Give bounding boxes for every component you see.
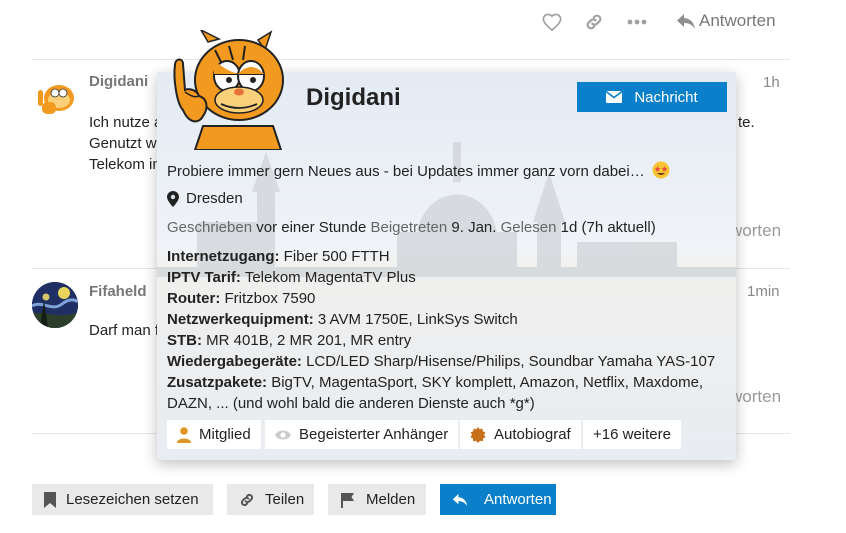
field-label: STB: xyxy=(167,332,202,349)
post-line: Telekom in xyxy=(89,156,161,173)
post-reply-button[interactable]: worten xyxy=(730,387,781,407)
field-iptv: IPTV Tarif: Telekom MagentaTV Plus xyxy=(167,269,416,286)
card-avatar[interactable] xyxy=(163,28,289,151)
joined-value: 9. Jan. xyxy=(451,219,497,236)
field-network: Netzwerkequipment: 3 AVM 1750E, LinkSys … xyxy=(167,311,518,328)
badge-autobiographer[interactable]: Autobiograf xyxy=(460,420,581,449)
user-icon xyxy=(177,426,191,443)
post-author[interactable]: Digidani xyxy=(89,73,148,90)
like-heart-icon[interactable] xyxy=(540,10,564,34)
post-time[interactable]: 1min xyxy=(747,283,780,300)
written-label: Geschrieben xyxy=(167,219,253,236)
field-value: LCD/LED Sharp/Hisense/Philips, Soundbar … xyxy=(306,353,716,370)
post-line: Genutzt w xyxy=(89,135,157,152)
link-icon xyxy=(240,493,254,506)
message-button[interactable]: Nachricht xyxy=(577,82,727,112)
top-reply-label: Antworten xyxy=(699,11,776,30)
flag-button[interactable]: Melden xyxy=(328,484,426,515)
field-playback-devices: Wiedergabegeräte: LCD/LED Sharp/Hisense/… xyxy=(167,353,715,370)
badge-member[interactable]: Mitglied xyxy=(167,420,261,449)
post-reply-button[interactable]: worten xyxy=(730,221,781,241)
field-value: Fritzbox 7590 xyxy=(224,290,316,307)
field-label: Internetzugang: xyxy=(167,248,280,265)
reply-arrow-icon xyxy=(677,13,695,29)
field-extra-packages: Zusatzpakete: BigTV, MagentaSport, SKY k… xyxy=(167,374,703,391)
card-bio: Probiere immer gern Neues aus - bei Upda… xyxy=(167,161,670,180)
envelope-icon xyxy=(606,91,623,103)
post-divider xyxy=(32,59,790,60)
bookmark-icon xyxy=(44,491,56,508)
badge-enthusiast[interactable]: Begeisterter Anhänger xyxy=(265,420,459,449)
field-internet: Internetzugang: Fiber 500 FTTH xyxy=(167,248,390,265)
map-marker-icon xyxy=(167,190,179,207)
card-stats: Geschrieben vor einer Stunde Beigetreten… xyxy=(167,219,656,236)
certificate-icon xyxy=(470,426,486,443)
eye-icon xyxy=(275,430,291,439)
card-username[interactable]: Digidani xyxy=(306,84,401,112)
field-router: Router: Fritzbox 7590 xyxy=(167,290,315,307)
field-value: Telekom MagentaTV Plus xyxy=(244,269,416,286)
field-stb: STB: MR 401B, 2 MR 201, MR entry xyxy=(167,332,411,349)
badge-label: Begeisterter Anhänger xyxy=(299,426,449,443)
post-time[interactable]: 1h xyxy=(763,74,780,91)
share-button[interactable]: Teilen xyxy=(227,484,314,515)
link-icon[interactable] xyxy=(582,10,606,34)
read-label: Gelesen xyxy=(500,219,557,236)
message-button-label: Nachricht xyxy=(634,88,698,106)
reply-label: Antworten xyxy=(484,491,552,508)
field-label: IPTV Tarif: xyxy=(167,269,241,286)
read-value: 1d (7h aktuell) xyxy=(560,219,656,236)
post-line-fragment: te. xyxy=(738,114,755,131)
badge-more[interactable]: +16 weitere xyxy=(583,420,681,449)
field-label: Router: xyxy=(167,290,221,307)
bookmark-button[interactable]: Lesezeichen setzen xyxy=(32,484,213,515)
field-label: Wiedergabegeräte: xyxy=(167,353,302,370)
post-line: Darf man f xyxy=(89,322,160,339)
field-value: BigTV, MagentaSport, SKY komplett, Amazo… xyxy=(271,374,704,391)
card-bio-text: Probiere immer gern Neues aus - bei Upda… xyxy=(167,163,645,180)
field-value: 3 AVM 1750E, LinkSys Switch xyxy=(317,311,518,328)
more-options-icon[interactable] xyxy=(625,10,649,34)
field-value: MR 401B, 2 MR 201, MR entry xyxy=(206,332,412,349)
field-label: Netzwerkequipment: xyxy=(167,311,314,328)
top-reply-button[interactable]: Antworten xyxy=(676,11,776,31)
badge-label: +16 weitere xyxy=(593,426,671,443)
written-value: vor einer Stunde xyxy=(256,219,367,236)
joined-label: Beigetreten xyxy=(370,219,448,236)
field-value: Fiber 500 FTTH xyxy=(283,248,390,265)
field-label: Zusatzpakete: xyxy=(167,374,268,391)
share-label: Teilen xyxy=(265,491,305,508)
flag-icon xyxy=(341,492,354,508)
reply-button[interactable]: Antworten xyxy=(440,484,556,515)
avatar[interactable] xyxy=(32,72,78,118)
star-struck-emoji-icon xyxy=(652,161,670,179)
post-line: Ich nutze a xyxy=(89,114,163,131)
badge-label: Mitglied xyxy=(199,426,251,443)
location-text: Dresden xyxy=(186,190,243,207)
card-location: Dresden xyxy=(167,190,243,207)
post-author[interactable]: Fifaheld xyxy=(89,283,147,300)
reply-arrow-icon xyxy=(452,493,468,506)
bookmark-label: Lesezeichen setzen xyxy=(66,491,199,508)
avatar[interactable] xyxy=(32,282,78,328)
badge-label: Autobiograf xyxy=(494,426,571,443)
field-extra-packages-continued: DAZN, ... (und wohl bald die anderen Die… xyxy=(167,395,535,412)
flag-label: Melden xyxy=(366,491,416,508)
